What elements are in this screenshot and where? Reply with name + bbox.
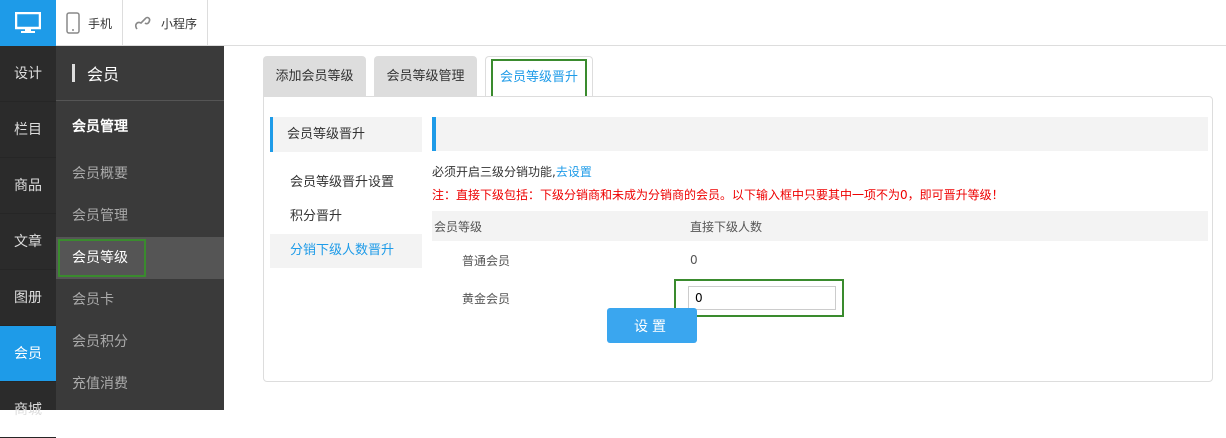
distribution-notice-text: 必须开启三级分销功能, <box>432 165 556 179</box>
highlight-box <box>58 239 146 277</box>
secondary-nav-title: 会员 <box>87 65 120 84</box>
link-recharge[interactable]: 充值消费 <box>56 363 224 405</box>
header-bar <box>72 64 75 82</box>
table-row: 普通会员 0 <box>432 241 1208 279</box>
desktop-icon[interactable] <box>0 0 56 46</box>
nav-articles[interactable]: 文章 <box>0 214 56 270</box>
promotion-menu: 会员等级晋升 会员等级晋升设置 积分晋升 分销下级人数晋升 <box>270 117 422 268</box>
menu-points-promotion[interactable]: 积分晋升 <box>270 200 422 234</box>
nav-products[interactable]: 商品 <box>0 158 56 214</box>
member-management-group: 会员管理 <box>72 119 128 135</box>
main-panel: 会员等级晋升 会员等级晋升设置 积分晋升 分销下级人数晋升 必须开启三级分销功能… <box>263 96 1213 382</box>
row-level-label: 普通会员 <box>462 253 511 268</box>
content-header <box>432 117 1208 151</box>
row-value: 0 <box>690 253 698 267</box>
top-nav: 手机 小程序 <box>56 0 209 46</box>
table-header: 会员等级 直接下级人数 <box>432 211 1208 241</box>
promotion-menu-title: 会员等级晋升 <box>270 117 422 152</box>
top-nav-phone-label: 手机 <box>88 16 113 31</box>
col-member-level: 会员等级 <box>434 219 483 234</box>
link-member-overview[interactable]: 会员概要 <box>56 153 224 195</box>
tab-add-level[interactable]: 添加会员等级 <box>263 56 366 97</box>
nav-columns[interactable]: 栏目 <box>0 102 56 158</box>
distribution-notice: 必须开启三级分销功能,去设置 <box>432 163 1208 180</box>
top-nav-mini-program[interactable]: 小程序 <box>123 0 209 46</box>
table-row: 黄金会员 <box>432 279 1208 317</box>
top-bar: 手机 小程序 <box>0 0 1226 46</box>
top-nav-phone[interactable]: 手机 <box>56 0 124 46</box>
nav-members[interactable]: 会员 <box>0 326 56 382</box>
tab-level-promotion[interactable]: 会员等级晋升 <box>485 56 593 99</box>
highlight-box <box>491 59 587 99</box>
link-member-card[interactable]: 会员卡 <box>56 279 224 321</box>
secondary-nav: 会员 会员管理 会员概要 会员管理 会员等级 会员卡 会员积分 充值消费 <box>56 46 224 410</box>
highlight-box <box>674 279 844 317</box>
link-member-management[interactable]: 会员管理 <box>56 195 224 237</box>
row-level-label: 黄金会员 <box>462 291 511 306</box>
gold-member-downline-input[interactable] <box>688 286 836 310</box>
promotion-content: 必须开启三级分销功能,去设置 注：直接下级包括：下级分销商和未成为分销商的会员。… <box>432 117 1208 317</box>
col-direct-downline: 直接下级人数 <box>690 219 763 234</box>
tab-level-management[interactable]: 会员等级管理 <box>374 56 477 97</box>
primary-nav: 设计 栏目 商品 文章 图册 会员 商城 <box>0 46 56 438</box>
mini-program-icon <box>135 16 151 30</box>
top-nav-mini-program-label: 小程序 <box>161 16 198 31</box>
phone-icon <box>66 12 80 34</box>
menu-promotion-settings[interactable]: 会员等级晋升设置 <box>270 166 422 200</box>
nav-design[interactable]: 设计 <box>0 46 56 102</box>
link-member-level[interactable]: 会员等级 <box>56 237 224 279</box>
nav-mall[interactable]: 商城 <box>0 382 56 438</box>
warning-note: 注：直接下级包括：下级分销商和未成为分销商的会员。以下输入框中只要其中一项不为0… <box>432 188 1004 202</box>
link-member-points[interactable]: 会员积分 <box>56 321 224 363</box>
secondary-nav-header: 会员 <box>56 46 224 101</box>
go-settings-link[interactable]: 去设置 <box>556 165 592 179</box>
nav-albums[interactable]: 图册 <box>0 270 56 326</box>
submit-button[interactable]: 设置 <box>607 308 697 343</box>
menu-downline-promotion[interactable]: 分销下级人数晋升 <box>270 234 422 268</box>
